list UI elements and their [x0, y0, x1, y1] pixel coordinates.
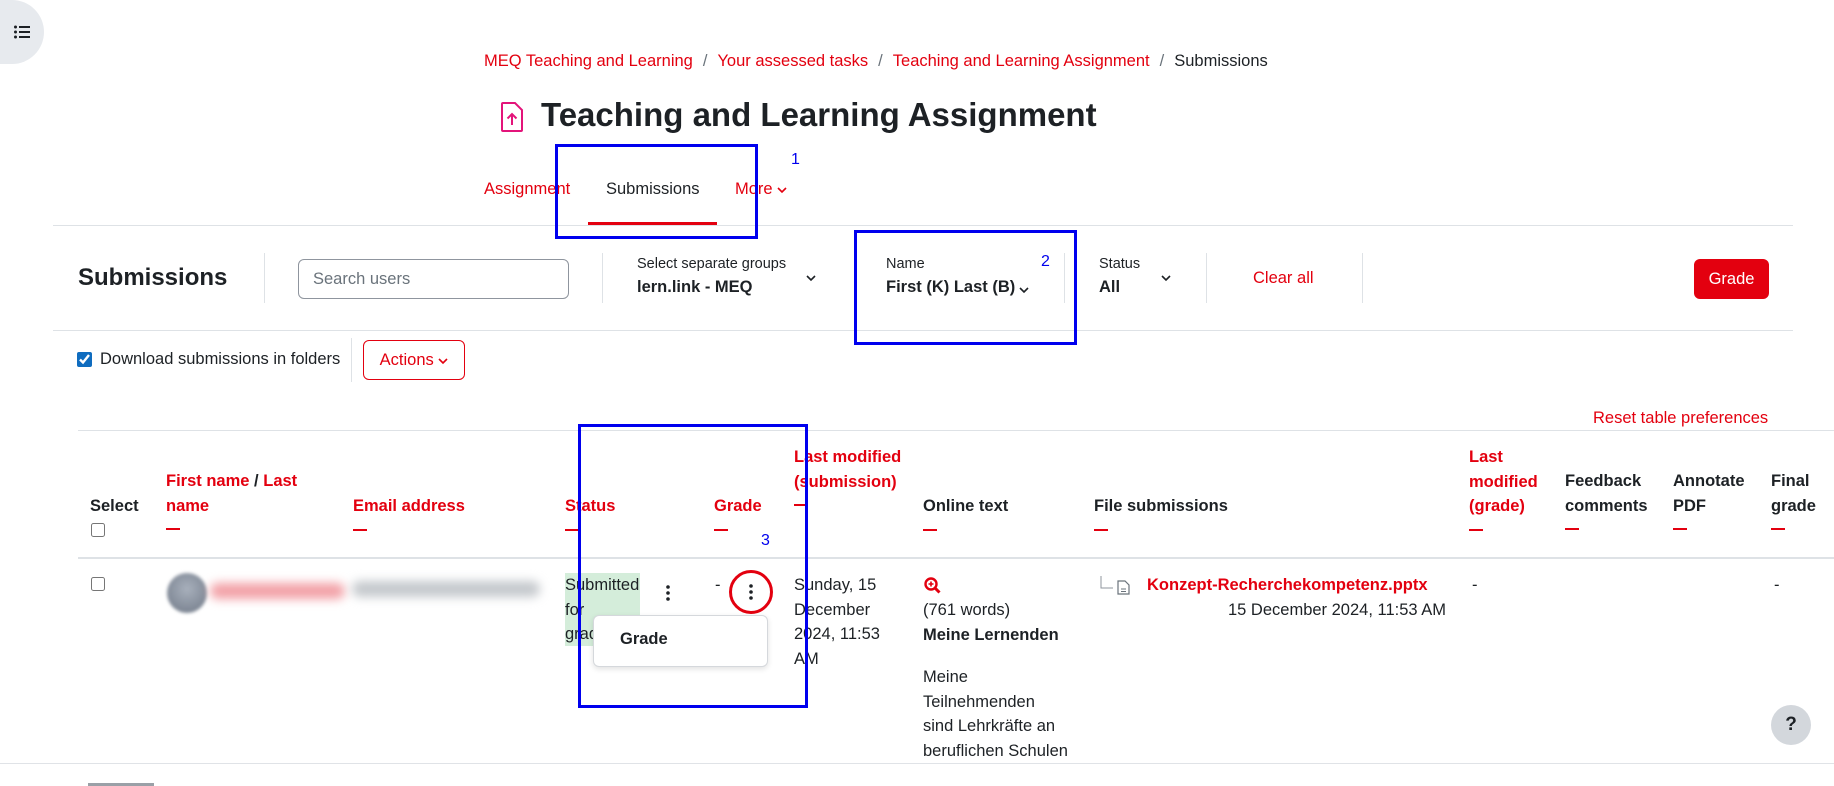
annotation-label-1: 1	[791, 151, 800, 168]
feedback-comments-label: Feedback comments	[1565, 472, 1648, 515]
actions-dropdown-button[interactable]: Actions	[363, 340, 465, 380]
clear-all-link[interactable]: Clear all	[1253, 269, 1314, 288]
group-selector-value: lern.link - MEQ	[637, 278, 753, 296]
group-selector[interactable]: Select separate groups lern.link - MEQ	[637, 256, 786, 297]
download-in-folders-checkbox[interactable]	[77, 352, 92, 367]
breadcrumb-assignment[interactable]: Teaching and Learning Assignment	[893, 52, 1150, 70]
header-online-text: Online text	[923, 494, 1008, 531]
page-title: Teaching and Learning Assignment	[541, 96, 1097, 133]
header-name: First name / Last name	[166, 469, 321, 530]
row-select-checkbox[interactable]	[91, 577, 105, 591]
reset-table-preferences-link[interactable]: Reset table preferences	[1593, 409, 1768, 428]
chevron-down-icon	[777, 187, 787, 194]
collapse-column-icon[interactable]	[565, 528, 579, 531]
list-icon	[14, 25, 30, 39]
footer-bar	[0, 763, 1834, 786]
header-select-label: Select	[90, 497, 139, 515]
select-all-checkbox[interactable]	[91, 522, 105, 537]
help-button[interactable]: ?	[1771, 705, 1811, 745]
collapse-column-icon[interactable]	[353, 528, 367, 531]
collapse-column-icon[interactable]	[1565, 528, 1579, 530]
divider	[602, 253, 603, 303]
status-filter-value: All	[1099, 278, 1121, 296]
breadcrumb-separator: /	[702, 52, 708, 70]
header-last-modified-grade: Last modified (grade)	[1469, 445, 1549, 531]
sort-last-modified-grade[interactable]: Last modified (grade)	[1469, 448, 1538, 515]
sort-email[interactable]: Email address	[353, 497, 465, 515]
header-select: Select	[90, 494, 139, 537]
group-selector-label: Select separate groups	[637, 256, 787, 272]
annotation-label-3: 3	[761, 532, 770, 549]
last-modified-grade-value: -	[1472, 576, 1478, 594]
student-name-redacted[interactable]	[210, 583, 345, 599]
breadcrumb: MEQ Teaching and Learning / Your assessed …	[484, 52, 1268, 71]
submissions-heading: Submissions	[78, 264, 228, 291]
download-in-folders-label: Download submissions in folders	[100, 350, 341, 368]
online-text-cell: (761 words) Meine Lernenden Meine Teilne…	[923, 598, 1068, 763]
file-submission-link[interactable]: Konzept-Recherchekompetenz.pptx	[1147, 573, 1428, 598]
tree-branch-icon	[1100, 576, 1113, 589]
breadcrumb-separator: /	[878, 52, 883, 70]
assignment-upload-icon	[501, 102, 523, 132]
annotation-box-3	[578, 424, 808, 708]
divider	[351, 338, 352, 382]
table-header-divider	[78, 557, 1834, 559]
course-index-toggle[interactable]	[0, 0, 44, 64]
status-filter-label: Status	[1099, 256, 1141, 272]
file-icon	[1117, 580, 1130, 595]
collapse-column-icon[interactable]	[1673, 528, 1687, 530]
chevron-down-icon	[438, 357, 448, 364]
breadcrumb-course[interactable]: MEQ Teaching and Learning	[484, 52, 693, 70]
grade-button[interactable]: Grade	[1694, 259, 1769, 299]
status-filter[interactable]: Status All	[1099, 256, 1140, 297]
collapse-column-icon[interactable]	[1469, 528, 1483, 531]
search-users-input[interactable]	[298, 259, 569, 299]
student-email-redacted	[352, 581, 540, 597]
collapse-column-icon[interactable]	[1094, 528, 1108, 531]
online-text-line: Teilnehmenden	[923, 692, 1035, 711]
zoom-in-icon[interactable]	[924, 577, 941, 594]
file-submissions-label: File submissions	[1094, 497, 1228, 515]
divider	[264, 253, 265, 303]
online-text-line: beruflichen Schulen	[923, 741, 1068, 760]
chevron-down-icon	[1161, 275, 1171, 282]
annotation-box-2	[854, 230, 1077, 345]
annotation-box-1	[555, 144, 758, 239]
help-icon: ?	[1785, 714, 1797, 735]
online-text-word-count: (761 words)	[923, 601, 1011, 619]
collapse-column-icon[interactable]	[923, 528, 937, 531]
header-slash: /	[254, 472, 259, 490]
collapse-column-icon[interactable]	[1771, 528, 1785, 530]
final-grade-label: Final grade	[1771, 472, 1816, 515]
nav-divider	[53, 225, 1793, 226]
header-last-modified-submission: Last modified (submission)	[794, 445, 904, 506]
header-final-grade: Final grade	[1771, 469, 1831, 530]
breadcrumb-separator: /	[1159, 52, 1165, 70]
annotation-label-2: 2	[1041, 253, 1050, 270]
breadcrumb-current: Submissions	[1174, 52, 1268, 70]
final-grade-value: -	[1774, 576, 1780, 594]
online-text-line: sind Lehrkräfte an	[923, 717, 1056, 735]
breadcrumb-assessed-tasks[interactable]: Your assessed tasks	[717, 52, 868, 70]
online-text-title: Meine Lernenden	[923, 625, 1059, 644]
online-text-label: Online text	[923, 497, 1009, 515]
sort-last-modified-submission[interactable]: Last modified (submission)	[794, 448, 901, 491]
divider	[1362, 253, 1363, 303]
online-text-line: Meine	[923, 668, 968, 686]
actions-label: Actions	[379, 350, 434, 369]
annotate-pdf-label: Annotate PDF	[1673, 472, 1745, 515]
table-top-divider	[78, 430, 1834, 431]
collapse-column-icon[interactable]	[166, 528, 180, 530]
chevron-down-icon	[806, 275, 816, 282]
header-feedback-comments: Feedback comments	[1565, 469, 1660, 530]
divider	[1206, 253, 1207, 303]
sort-first-name[interactable]: First name	[166, 472, 249, 490]
header-email: Email address	[353, 494, 465, 531]
avatar	[167, 573, 207, 613]
header-annotate-pdf: Annotate PDF	[1673, 469, 1753, 530]
header-file-submissions: File submissions	[1094, 494, 1228, 531]
file-submission-date: 15 December 2024, 11:53 AM	[1228, 601, 1446, 619]
